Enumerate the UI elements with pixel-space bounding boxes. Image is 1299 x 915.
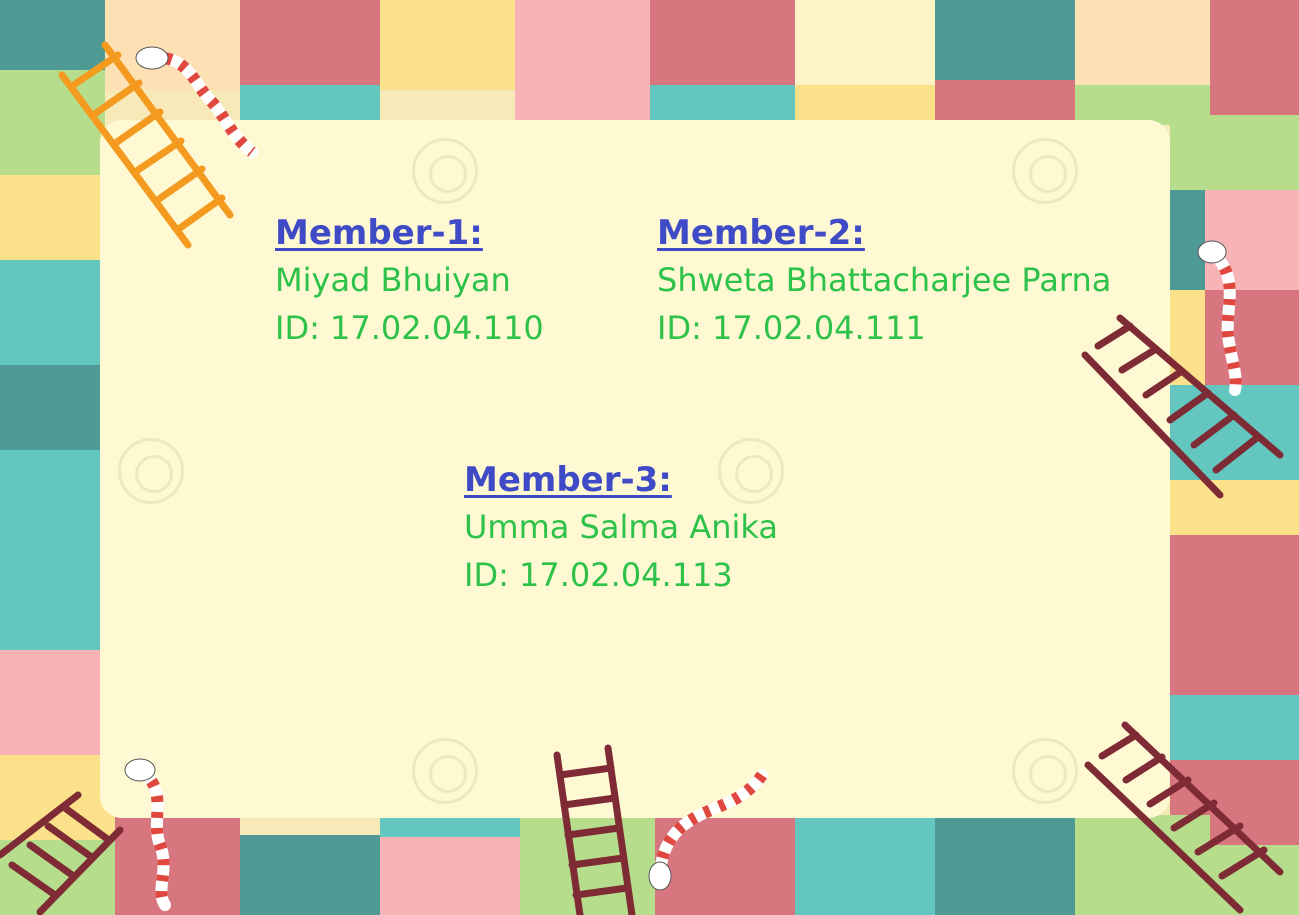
member-title: Member-1: [275,213,483,253]
board-tile [1205,190,1299,290]
board-tile [105,0,245,90]
board-tile [240,0,380,90]
board-tile [0,650,115,760]
board-tile [0,0,105,75]
board-background: Member-1: Miyad Bhuiyan ID: 17.02.04.110… [0,0,1299,915]
board-tile [0,450,105,555]
board-tile [935,80,1075,125]
board-tile [0,365,105,455]
board-tile [1075,0,1210,90]
board-tile [0,70,105,175]
member-id: ID: 17.02.04.111 [657,309,926,347]
watermark-icon [412,138,478,204]
board-tile [1075,815,1210,915]
member-id: ID: 17.02.04.113 [464,556,733,594]
member-id: ID: 17.02.04.110 [275,309,544,347]
member-name: Miyad Bhuiyan [275,261,511,299]
board-tile [1205,290,1299,390]
board-tile [380,0,515,90]
member-card-1: Member-1: Miyad Bhuiyan ID: 17.02.04.110 [275,210,544,352]
board-tile [0,755,115,845]
board-tile [795,0,935,90]
member-title: Member-3: [464,460,672,500]
board-tile [0,260,105,370]
board-tile [1170,535,1299,700]
board-tile [935,815,1075,915]
member-name: Shweta Bhattacharjee Parna [657,261,1112,299]
member-card-3: Member-3: Umma Salma Anika ID: 17.02.04.… [464,457,778,599]
board-tile [380,835,520,915]
board-tile [655,815,795,915]
board-tile [795,815,935,915]
board-tile [650,85,795,125]
board-tile [0,550,115,655]
board-tile [1170,480,1299,540]
board-tile [795,85,935,125]
board-tile [380,815,520,837]
member-card-2: Member-2: Shweta Bhattacharjee Parna ID:… [657,210,1111,352]
board-tile [1170,385,1299,485]
board-tile [0,175,105,265]
member-name: Umma Salma Anika [464,508,778,546]
watermark-icon [412,738,478,804]
board-tile [1170,115,1299,195]
board-tile [935,0,1075,85]
board-tile [240,835,380,915]
watermark-icon [118,438,184,504]
member-title: Member-2: [657,213,865,253]
board-tile [520,815,660,915]
board-tile [1170,695,1299,765]
board-tile [115,815,240,915]
board-tile [240,85,380,125]
board-tile [515,0,650,125]
board-tile [1210,0,1299,120]
watermark-icon [1012,138,1078,204]
watermark-icon [1012,738,1078,804]
board-tile [0,840,115,915]
board-tile [650,0,795,90]
